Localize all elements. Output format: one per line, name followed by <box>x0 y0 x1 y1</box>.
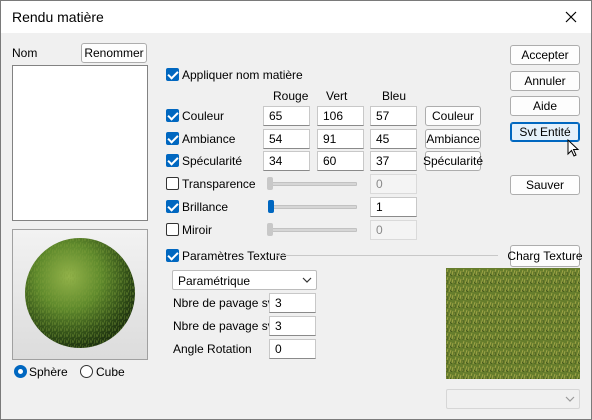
couleur-green-field[interactable]: 106 <box>317 106 364 126</box>
ambiance-red-field[interactable]: 54 <box>263 129 310 149</box>
chevron-down-icon <box>302 277 312 283</box>
load-texture-button[interactable]: Charg Texture <box>507 245 583 267</box>
specularite-checkbox[interactable] <box>166 154 179 167</box>
couleur-red-field[interactable]: 65 <box>263 106 310 126</box>
apply-name-checkbox[interactable] <box>166 68 179 81</box>
chevron-down-icon <box>565 396 575 402</box>
pavage-label-2: Nbre de pavage svt <box>173 319 278 333</box>
annuler-button[interactable]: Annuler <box>510 71 580 91</box>
texture-bottom-select <box>446 389 580 409</box>
sphere-preview-icon <box>25 238 135 348</box>
transparence-slider-thumb[interactable] <box>267 177 273 190</box>
miroir-label: Miroir <box>182 223 212 237</box>
transparence-value-field: 0 <box>370 174 417 194</box>
sphere-radio-label: Sphère <box>29 365 68 379</box>
column-rouge: Rouge <box>273 89 309 103</box>
angle-rotation-label: Angle Rotation <box>173 342 252 356</box>
specularite-red-field[interactable]: 34 <box>263 151 310 171</box>
texture-preview <box>446 268 580 379</box>
cube-radio[interactable] <box>80 365 93 378</box>
ambiance-label: Ambiance <box>182 132 236 146</box>
nom-label: Nom <box>12 46 38 60</box>
material-preview <box>12 229 148 360</box>
column-vert: Vert <box>326 89 348 103</box>
specularite-button[interactable]: Spécularité <box>423 151 483 171</box>
pavage-label-1: Nbre de pavage svt <box>173 296 278 310</box>
pavage-field-1[interactable]: 3 <box>269 293 316 313</box>
accepter-button[interactable]: Accepter <box>510 45 580 65</box>
specularite-blue-field[interactable]: 37 <box>370 151 417 171</box>
apply-name-label: Appliquer nom matière <box>182 68 303 82</box>
ambiance-blue-field[interactable]: 45 <box>370 129 417 149</box>
transparence-checkbox[interactable] <box>166 177 179 190</box>
miroir-slider-thumb[interactable] <box>267 223 273 236</box>
material-name-list[interactable] <box>12 65 148 221</box>
title-bar: Rendu matière <box>1 1 591 33</box>
texture-params-checkbox[interactable] <box>166 249 179 262</box>
brillance-label: Brillance <box>182 200 229 214</box>
transparence-label: Transparence <box>182 177 256 191</box>
miroir-checkbox[interactable] <box>166 223 179 236</box>
cube-radio-label: Cube <box>96 365 125 379</box>
miroir-slider[interactable] <box>269 228 357 232</box>
mouse-cursor-icon <box>567 139 580 157</box>
brillance-checkbox[interactable] <box>166 200 179 213</box>
sphere-radio[interactable] <box>14 365 27 378</box>
couleur-button[interactable]: Couleur <box>425 106 481 126</box>
aide-button[interactable]: Aide <box>510 96 580 116</box>
couleur-checkbox[interactable] <box>166 109 179 122</box>
sauver-button[interactable]: Sauver <box>510 175 580 195</box>
mapping-select[interactable]: Paramétrique <box>172 270 317 290</box>
miroir-value-field: 0 <box>370 220 417 240</box>
specularite-label: Spécularité <box>182 154 243 168</box>
brillance-slider-thumb[interactable] <box>268 200 274 213</box>
ambiance-green-field[interactable]: 91 <box>317 129 364 149</box>
specularite-green-field[interactable]: 60 <box>317 151 364 171</box>
angle-rotation-field[interactable]: 0 <box>269 339 316 359</box>
close-icon <box>565 11 577 23</box>
close-button[interactable] <box>551 1 591 33</box>
grass-texture-icon <box>446 268 580 379</box>
ambiance-button[interactable]: Ambiance <box>425 129 481 149</box>
pavage-field-2[interactable]: 3 <box>269 316 316 336</box>
rename-button[interactable]: Renommer <box>81 43 147 63</box>
ambiance-checkbox[interactable] <box>166 132 179 145</box>
texture-separator <box>276 255 498 256</box>
couleur-label: Couleur <box>182 109 225 123</box>
mapping-select-value: Paramétrique <box>178 274 251 288</box>
texture-params-label: Paramètres Texture <box>182 249 287 263</box>
column-bleu: Bleu <box>382 89 407 103</box>
brillance-slider[interactable] <box>269 205 357 209</box>
couleur-blue-field[interactable]: 57 <box>370 106 417 126</box>
rendu-matiere-dialog: Rendu matière Nom Renommer Sphère Cube A… <box>0 0 592 420</box>
window-title: Rendu matière <box>12 9 104 25</box>
transparence-slider[interactable] <box>269 182 357 186</box>
brillance-value-field[interactable]: 1 <box>370 197 417 217</box>
